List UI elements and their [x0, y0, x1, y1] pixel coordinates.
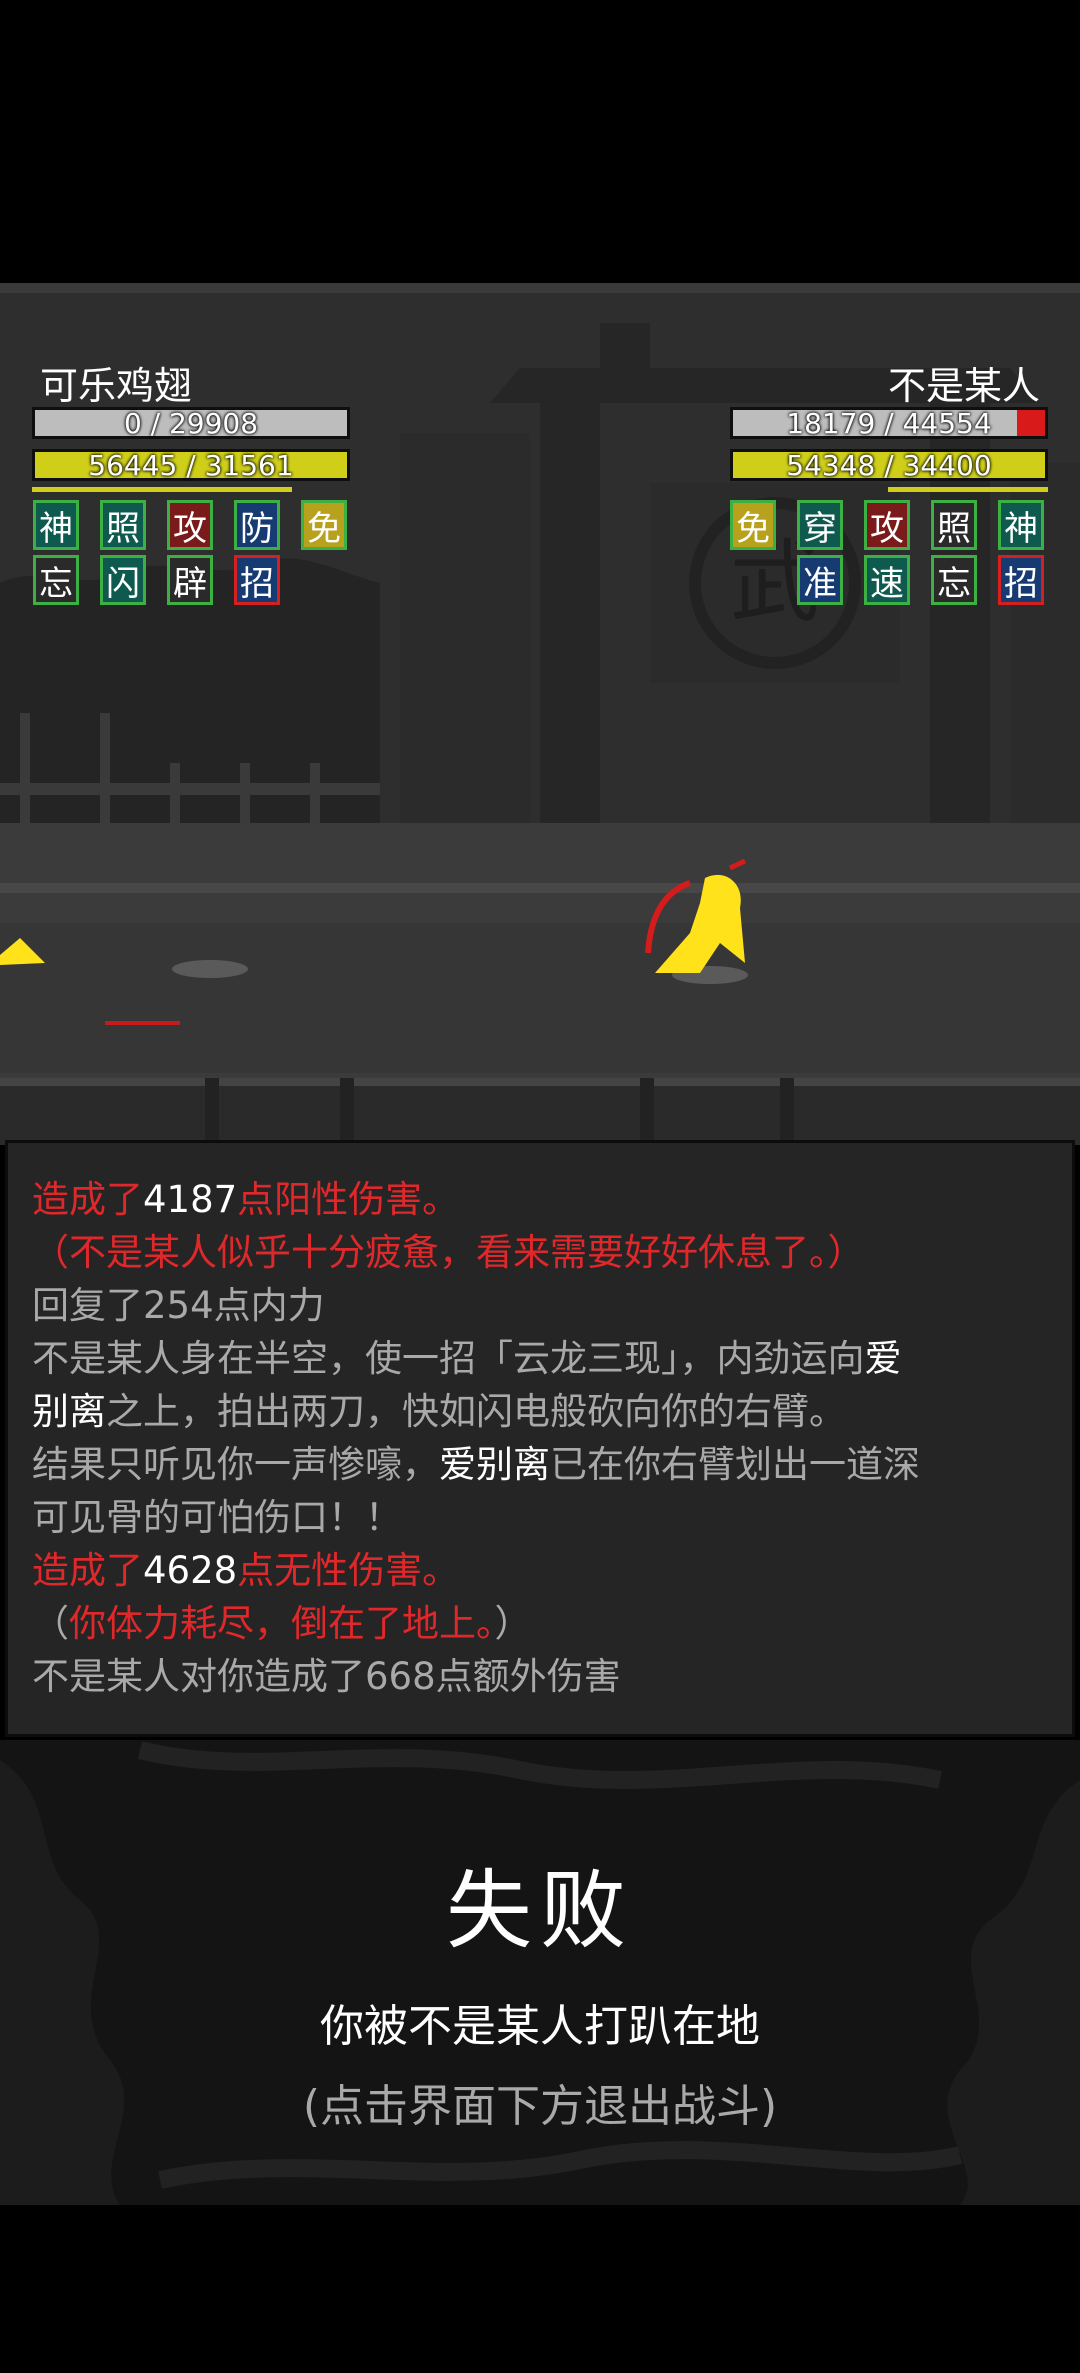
enemy-hp-text: 18179 / 44554 — [786, 406, 992, 440]
enemy-hp-bar: 18179 / 44554 — [730, 406, 1048, 440]
exit-battle-hint[interactable]: (点击界面下方退出战斗) — [0, 2070, 1080, 2134]
log-line: 不是某人对你造成了668点额外伤害 — [32, 1655, 621, 1698]
status-badge[interactable]: 忘 — [931, 555, 977, 605]
status-badge[interactable]: 招 — [998, 555, 1044, 605]
log-line: 造成了4628点无性伤害。 — [32, 1549, 460, 1592]
status-badge[interactable]: 辟 — [167, 555, 213, 605]
result-subtitle: 你被不是某人打趴在地 — [320, 2001, 760, 2052]
log-line: 回复了254点内力 — [32, 1284, 325, 1327]
enemy-mp-text: 54348 / 34400 — [786, 448, 992, 482]
player-hp-bar: 0 / 29908 — [32, 406, 350, 440]
log-line: 结果只听见你一声惨嚎，爱别离已在你右臂划出一道深 — [32, 1443, 920, 1486]
log-cut-line — [32, 1143, 1048, 1173]
enemy-name: 不是某人 — [887, 364, 1040, 408]
player-underline — [32, 487, 292, 492]
status-badge[interactable]: 速 — [864, 555, 910, 605]
status-badge[interactable]: 招 — [234, 555, 280, 605]
log-line: 可见骨的可怕伤口！！ — [32, 1496, 402, 1539]
player-mp-bar: 56445 / 31561 — [32, 448, 350, 482]
status-badge[interactable]: 闪 — [100, 555, 146, 605]
result-title: 失败 — [446, 1861, 634, 1961]
status-badge[interactable]: 攻 — [864, 500, 910, 550]
log-line: 造成了4187点阳性伤害。 — [32, 1178, 460, 1221]
result-panel[interactable] — [0, 1740, 1080, 2205]
log-line: 不是某人身在半空，使一招「云龙三现」，内劲运向爱 — [32, 1337, 902, 1380]
status-badge[interactable]: 攻 — [167, 500, 213, 550]
smoke-decoration — [0, 1741, 1080, 2205]
status-badge[interactable]: 免 — [301, 500, 347, 550]
enemy-mp-bar: 54348 / 34400 — [730, 448, 1048, 482]
player-name: 可乐鸡翅 — [40, 364, 193, 408]
status-badge[interactable]: 穿 — [797, 500, 843, 550]
enemy-underline — [888, 487, 1048, 492]
log-line: 别离之上，拍出两刀，快如闪电般砍向你的右臂。 — [32, 1390, 846, 1433]
log-line: （你体力耗尽，倒在了地上。） — [32, 1602, 532, 1645]
status-badge[interactable]: 照 — [931, 500, 977, 550]
status-badge[interactable]: 照 — [100, 500, 146, 550]
status-badge[interactable]: 神 — [33, 500, 79, 550]
status-badge[interactable]: 免 — [730, 500, 776, 550]
player-hp-text: 0 / 29908 — [123, 406, 259, 440]
status-badge[interactable]: 准 — [797, 555, 843, 605]
status-badge[interactable]: 神 — [998, 500, 1044, 550]
battle-log[interactable]: 造成了4187点阳性伤害。 （不是某人似乎十分疲惫，看来需要好好休息了。） 回复… — [5, 1140, 1075, 1737]
status-badge[interactable]: 防 — [234, 500, 280, 550]
player-mp-text: 56445 / 31561 — [88, 448, 294, 482]
status-badge[interactable]: 忘 — [33, 555, 79, 605]
log-line: （不是某人似乎十分疲惫，看来需要好好休息了。） — [32, 1231, 865, 1274]
